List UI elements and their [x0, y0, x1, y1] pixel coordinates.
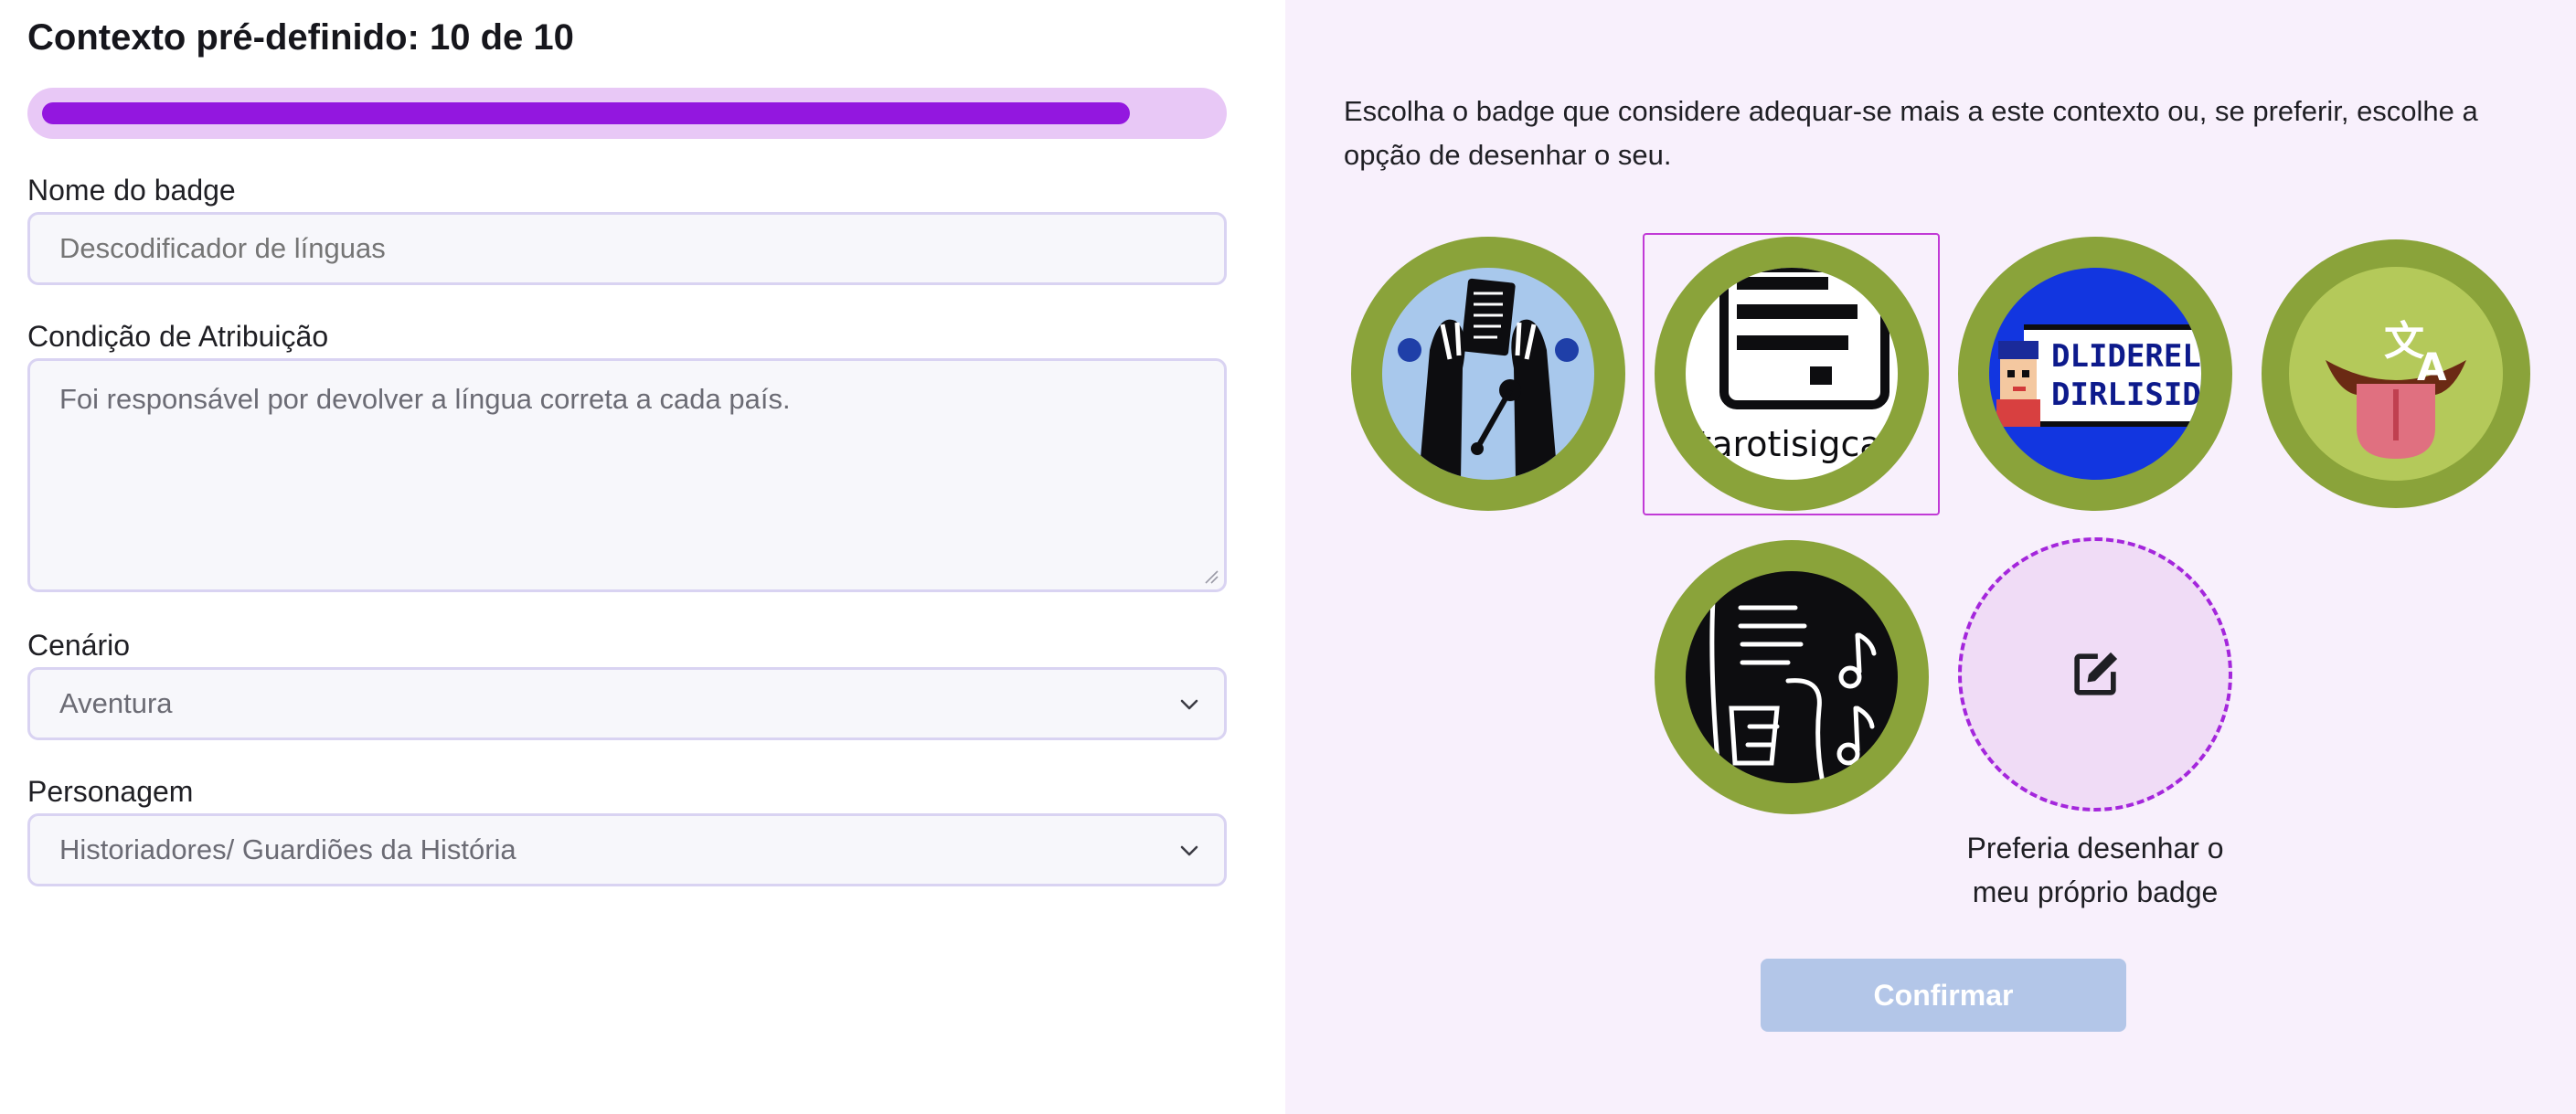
badge-option-4[interactable]: 文 A	[2262, 239, 2530, 508]
condition-label: Condição de Atribuição	[27, 320, 329, 353]
draw-own-badge-button[interactable]	[1958, 537, 2232, 812]
character-label: Personagem	[27, 775, 194, 808]
badge-option-1[interactable]	[1351, 237, 1625, 511]
condition-placeholder: Foi responsável por devolver a língua co…	[59, 383, 791, 415]
badge-3-text-line1: DLIDERELI	[2051, 338, 2201, 375]
badge-option-3[interactable]: DLIDERELI DIRLISIDEF	[1958, 237, 2232, 511]
progress-bar	[27, 88, 1227, 139]
confirm-button[interactable]: Confirmar	[1761, 959, 2126, 1032]
musicians-with-sheet-icon	[1382, 268, 1594, 480]
character-select[interactable]: Historiadores/ Guardiões da História	[27, 813, 1227, 886]
scenario-select[interactable]: Aventura	[27, 667, 1227, 740]
badge-2-text: itarotisigcar	[1688, 424, 1896, 464]
page-title: Contexto pré-definido: 10 de 10	[27, 17, 574, 58]
music-notes-sketch-icon	[1686, 571, 1898, 783]
scenario-value: Aventura	[59, 687, 173, 719]
draw-own-badge-label: Preferia desenhar o meu próprio badge	[1912, 826, 2278, 914]
condition-textarea[interactable]: Foi responsável por devolver a língua co…	[27, 358, 1227, 592]
chevron-down-icon	[1180, 699, 1198, 710]
chevron-down-icon	[1180, 845, 1198, 856]
badge-name-label: Nome do badge	[27, 174, 236, 207]
character-value: Historiadores/ Guardiões da História	[59, 833, 516, 865]
edit-icon	[2074, 652, 2118, 695]
pixel-character-sign-icon: DLIDERELI DIRLISIDEF	[1989, 268, 2201, 480]
scenario-label: Cenário	[27, 629, 131, 662]
draw-label-line1: Preferia desenhar o	[1966, 832, 2224, 865]
pixel-document-icon: itarotisigcar	[1686, 268, 1898, 480]
resize-grip-icon[interactable]	[1204, 569, 1219, 584]
badge-option-2[interactable]: itarotisigcar	[1655, 237, 1929, 511]
form-panel: Contexto pré-definido: 10 de 10 Nome do …	[0, 0, 1285, 1114]
svg-text:A: A	[2417, 345, 2447, 389]
badge-option-5[interactable]	[1655, 540, 1929, 814]
tongue-translate-icon: 文 A	[2289, 267, 2503, 481]
badge-instructions: Escolha o badge que considere adequar-se…	[1344, 95, 2478, 171]
badge-3-text-line2: DIRLISIDEF	[2051, 377, 2201, 413]
draw-label-line2: meu próprio badge	[1972, 875, 2219, 908]
progress-bar-fill	[42, 102, 1130, 124]
badge-name-input[interactable]	[27, 212, 1227, 285]
